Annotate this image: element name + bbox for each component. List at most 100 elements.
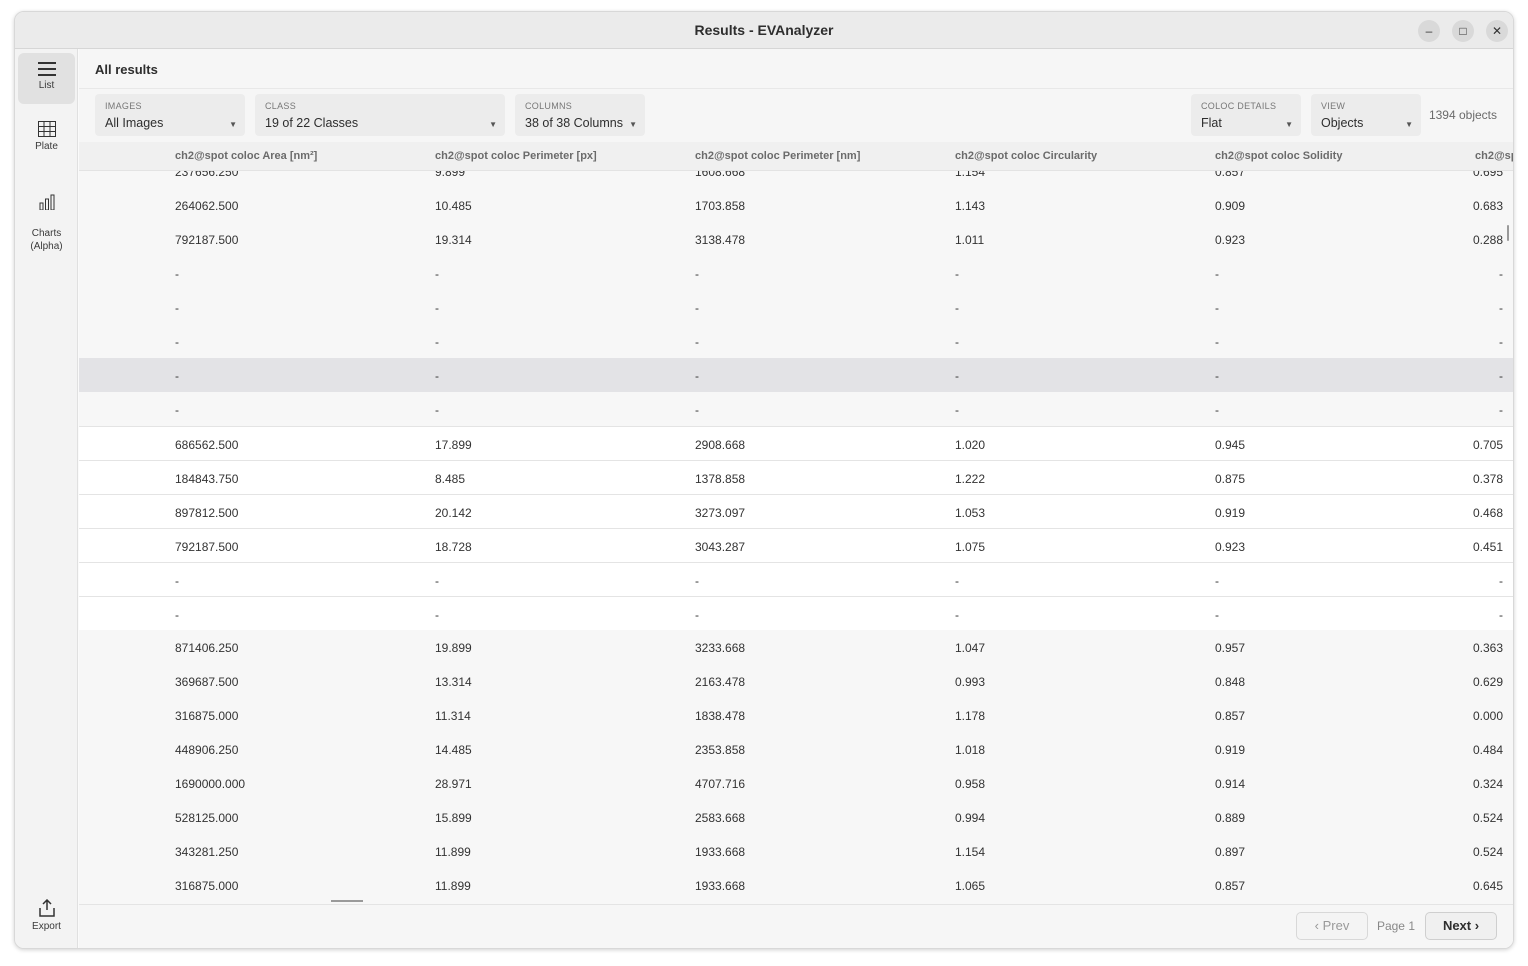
table-row[interactable]: ------ (79, 324, 1513, 358)
table-cell: 1703.858 (695, 199, 746, 213)
table-row[interactable]: 792187.500 19.314 3138.478 1.011 0.923 0.288 (79, 222, 1513, 256)
filter-bar: IMAGES All Images ▼ CLASS 19 of 22 Class… (79, 89, 1513, 142)
table-row[interactable]: 343281.250 11.899 1933.668 1.154 0.897 0.524 (79, 834, 1513, 868)
table-row[interactable]: 1690000.000 28.971 4707.716 0.958 0.914 0.324 (79, 766, 1513, 800)
export-icon (38, 899, 55, 917)
column-header[interactable]: ch2@spot coloc Circularity (955, 150, 1097, 162)
horizontal-scrollbar[interactable] (331, 900, 363, 902)
maximize-button[interactable]: □ (1452, 20, 1474, 42)
results-header: All results (79, 49, 1513, 89)
table-cell: 1838.478 (695, 709, 746, 723)
table-cell: - (175, 369, 179, 383)
table-row[interactable]: 686562.500 17.899 2908.668 1.020 0.945 0.705 (79, 426, 1513, 460)
table-cell: - (695, 369, 699, 383)
table-cell: 3233.668 (695, 641, 746, 655)
table-row[interactable]: 448906.250 14.485 2353.858 1.018 0.919 0.484 (79, 732, 1513, 766)
table-row[interactable]: ------ (79, 290, 1513, 324)
sidebar-item-list[interactable]: List (18, 53, 75, 104)
table-row[interactable]: ------ (79, 358, 1513, 392)
table-row[interactable]: 792187.500 18.728 3043.287 1.075 0.923 0.451 (79, 528, 1513, 562)
table-cell: 1.047 (955, 641, 986, 655)
table-cell: 448906.250 (175, 743, 239, 757)
table-row[interactable]: 316875.000 11.899 1933.668 1.065 0.857 0.645 (79, 868, 1513, 902)
coloc-details-dropdown[interactable]: COLOC DETAILS Flat ▼ (1191, 94, 1301, 136)
table-cell: 237656.250 (175, 171, 239, 179)
table-cell: 0.923 (1215, 540, 1246, 554)
column-header[interactable]: ch2@spot coloc Perimeter [px] (435, 150, 597, 162)
table-cell: 0.875 (1215, 472, 1246, 486)
grid-icon (37, 121, 56, 137)
table-cell: 3273.097 (695, 506, 746, 520)
table-cell: 0.524 (1472, 811, 1503, 825)
table-cell: 0.857 (1215, 171, 1246, 179)
table-cell: - (1499, 574, 1503, 588)
column-header[interactable]: ch2@spot coloc Solidity (1215, 150, 1342, 162)
table-row[interactable]: 897812.500 20.142 3273.097 1.053 0.919 0.468 (79, 494, 1513, 528)
table-cell: 1.178 (955, 709, 986, 723)
table-cell: 264062.500 (175, 199, 239, 213)
table-row[interactable]: 871406.250 19.899 3233.668 1.047 0.957 0.363 (79, 630, 1513, 664)
chevron-down-icon: ▼ (229, 120, 237, 129)
table-cell: 0.857 (1215, 879, 1246, 893)
table-cell: - (435, 335, 439, 349)
table-row[interactable]: 264062.500 10.485 1703.858 1.143 0.909 0.683 (79, 188, 1513, 222)
table-row[interactable]: 184843.750 8.485 1378.858 1.222 0.875 0.378 (79, 460, 1513, 494)
table-cell: 0.889 (1215, 811, 1246, 825)
table-header: ch2@spot coloc Area [nm²] ch2@spot coloc … (79, 142, 1513, 171)
table-cell: 0.363 (1472, 641, 1503, 655)
table-cell: 686562.500 (175, 438, 239, 452)
table-cell: 1.053 (955, 506, 986, 520)
minimize-button[interactable]: – (1418, 20, 1440, 42)
table-cell: 1378.858 (695, 472, 746, 486)
sidebar-item-charts[interactable]: Charts (Alpha) (18, 181, 75, 252)
results-table[interactable]: 316875.000 11.899 1933.668 1.065 0.857 0.645 3… (79, 171, 1513, 917)
prev-page-button[interactable]: ‹ Prev (1296, 912, 1368, 940)
table-row[interactable]: ------ (79, 256, 1513, 290)
chevron-down-icon: ▼ (1285, 120, 1293, 129)
columns-dropdown[interactable]: COLUMNS 38 of 38 Columns ▼ (515, 94, 645, 136)
table-cell: 0.451 (1472, 540, 1503, 554)
app-window: Results - EVAnalyzer – □ ✕ List Plate Ch… (14, 11, 1514, 949)
table-cell: 792187.500 (175, 540, 239, 554)
chevron-down-icon: ▼ (489, 120, 497, 129)
column-header[interactable]: ch2@spot coloc Area [nm²] (175, 150, 317, 162)
column-header[interactable]: ch2@sp (1475, 150, 1513, 162)
table-cell: - (175, 335, 179, 349)
table-cell: - (955, 574, 959, 588)
page-title: All results (95, 62, 158, 77)
table-row[interactable]: ------ (79, 596, 1513, 630)
table-cell: - (1499, 301, 1503, 315)
table-cell: 17.899 (435, 438, 472, 452)
table-row[interactable]: ------ (79, 392, 1513, 426)
table-cell: 1.011 (955, 233, 985, 247)
table-cell: - (1215, 335, 1219, 349)
images-dropdown[interactable]: IMAGES All Images ▼ (95, 94, 245, 136)
sidebar-item-label: Export (32, 921, 61, 932)
sidebar-item-plate[interactable]: Plate (18, 121, 75, 169)
table-cell: 0.919 (1215, 506, 1246, 520)
column-header[interactable]: ch2@spot coloc Perimeter [nm] (695, 150, 860, 162)
view-dropdown[interactable]: VIEW Objects ▼ (1311, 94, 1421, 136)
table-cell: 0.919 (1215, 743, 1246, 757)
table-cell: - (955, 267, 959, 281)
view-label: VIEW (1321, 101, 1346, 111)
table-cell: 1690000.000 (175, 777, 246, 791)
vertical-scrollbar[interactable] (1507, 225, 1509, 241)
table-cell: 2908.668 (695, 438, 746, 452)
table-cell: 871406.250 (175, 641, 239, 655)
table-row[interactable]: 528125.000 15.899 2583.668 0.994 0.889 0.524 (79, 800, 1513, 834)
close-button[interactable]: ✕ (1486, 20, 1508, 42)
table-cell: - (1215, 608, 1219, 622)
next-page-button[interactable]: Next › (1425, 912, 1497, 940)
table-row[interactable]: 369687.500 13.314 2163.478 0.993 0.848 0.629 (79, 664, 1513, 698)
table-row[interactable]: 237656.250 9.899 1608.668 1.154 0.857 0.695 (79, 171, 1513, 188)
window-title: Results - EVAnalyzer (694, 22, 834, 38)
table-row[interactable]: 316875.000 11.314 1838.478 1.178 0.857 0.000 (79, 698, 1513, 732)
table-cell: - (175, 301, 179, 315)
class-dropdown[interactable]: CLASS 19 of 22 Classes ▼ (255, 94, 505, 136)
table-cell: 0.923 (1215, 233, 1246, 247)
images-value: All Images (105, 116, 164, 130)
table-cell: - (435, 574, 439, 588)
sidebar-item-export[interactable]: Export (18, 899, 75, 948)
table-row[interactable]: ------ (79, 562, 1513, 596)
